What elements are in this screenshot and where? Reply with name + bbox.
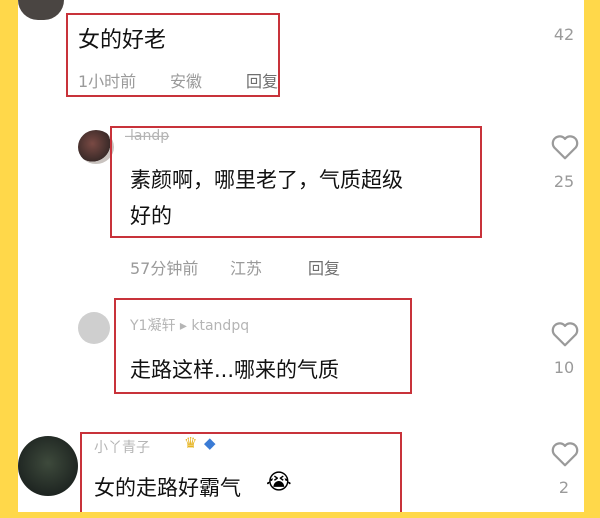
like-count: 2	[558, 478, 570, 497]
comment-time: 57分钟前	[130, 259, 199, 278]
comment-location: 江苏	[230, 259, 263, 278]
comment-text-line2: 好的	[130, 204, 172, 228]
reply-button[interactable]: 回复	[308, 255, 340, 279]
like-count: 25	[553, 172, 575, 191]
fish-icon: ◆	[204, 434, 216, 452]
username[interactable]: Y1凝轩 ▸ ktandpq	[130, 315, 249, 335]
comment-location: 安徽	[170, 72, 203, 91]
avatar[interactable]	[18, 436, 78, 496]
username[interactable]: l̶a̶n̶d̶p̶	[130, 128, 169, 144]
comment-emoji: 😭	[266, 470, 292, 495]
comment-time: 1小时前	[78, 72, 137, 91]
avatar[interactable]	[78, 312, 110, 344]
username[interactable]: 小丫青子	[94, 437, 150, 457]
heart-outline-icon[interactable]	[550, 440, 580, 468]
comment-panel: 女的好老 1小时前 安徽 回复 42 l̶a̶n̶d̶p̶ 素颜啊，哪里老了，气…	[18, 0, 584, 512]
avatar[interactable]	[78, 130, 114, 164]
heart-outline-icon[interactable]	[550, 320, 580, 348]
comment-text: 女的走路好霸气	[94, 476, 241, 500]
comment-text: 女的好老	[78, 28, 167, 53]
comment-text-line1: 素颜啊，哪里老了，气质超级	[130, 168, 403, 192]
like-count: 42	[553, 25, 575, 44]
heart-outline-icon[interactable]	[550, 133, 580, 161]
crown-icon: ♛	[184, 434, 198, 452]
comment-text: 走路这样...哪来的气质	[130, 358, 340, 382]
avatar[interactable]	[18, 0, 64, 20]
reply-button[interactable]: 回复	[246, 68, 278, 92]
like-count: 10	[553, 358, 575, 377]
